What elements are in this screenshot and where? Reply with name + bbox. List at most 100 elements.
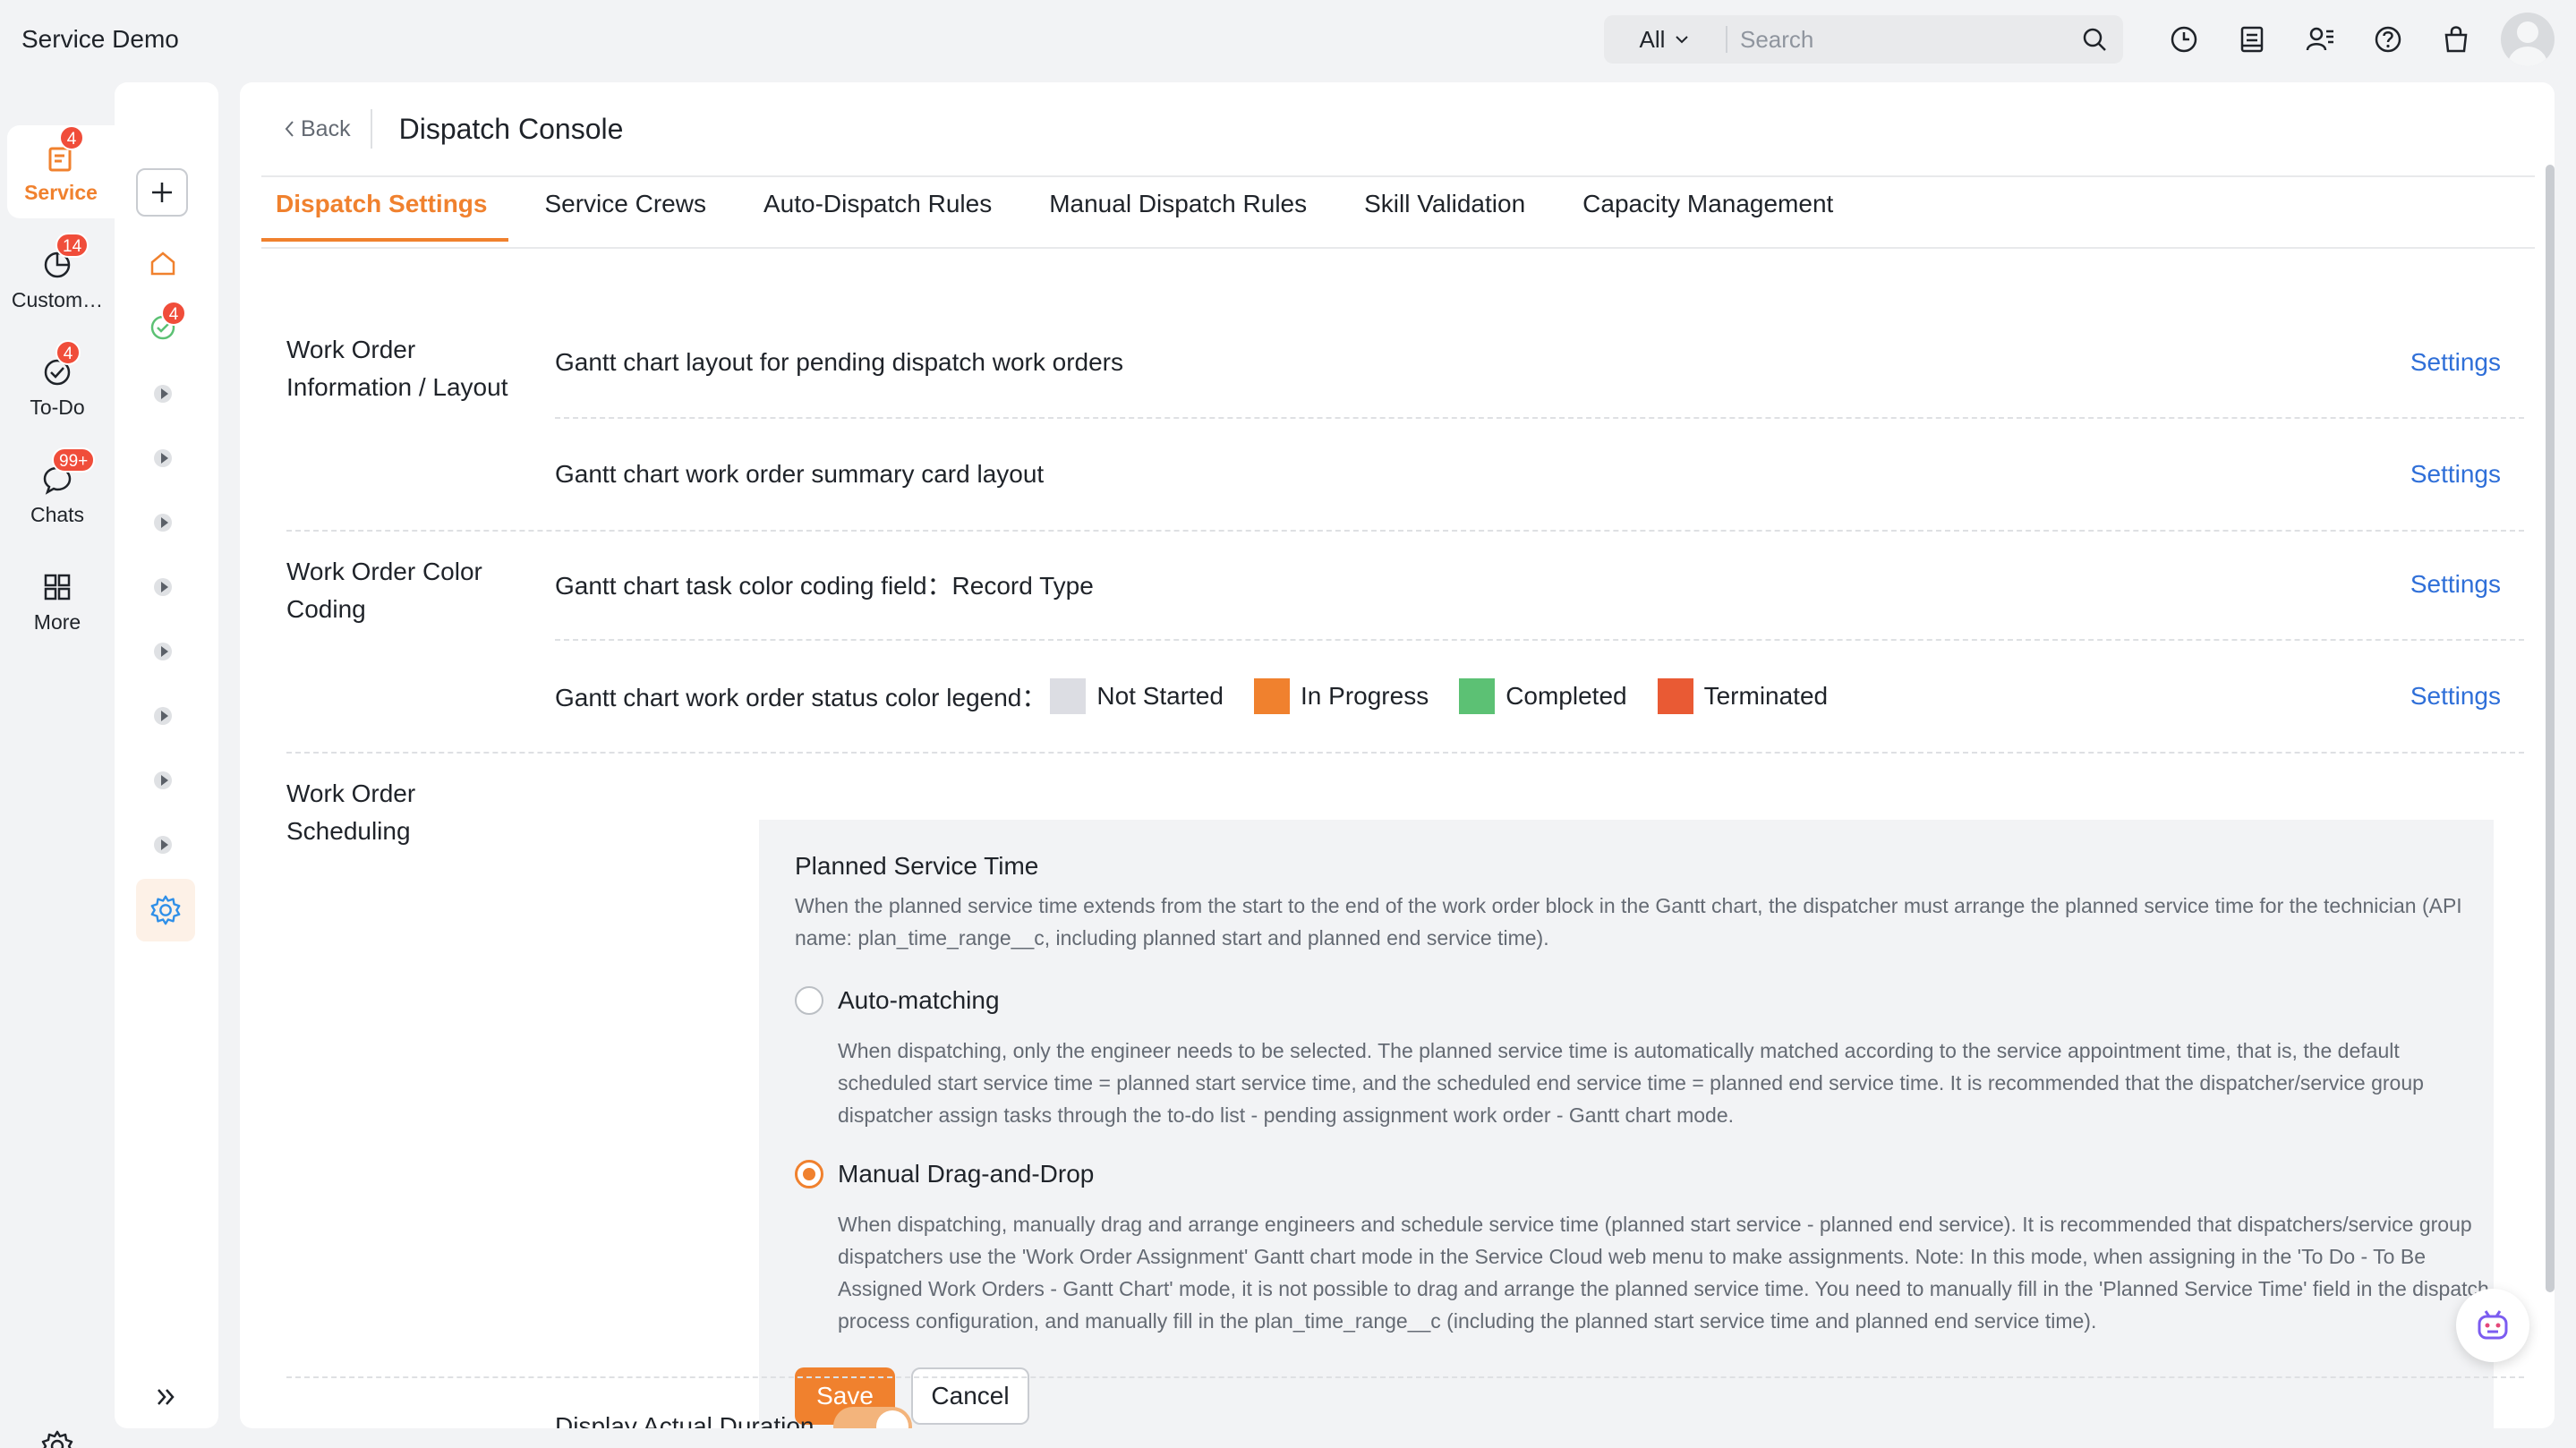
tab-skill-validation[interactable]: Skill Validation: [1343, 179, 1547, 242]
expand-caret-icon[interactable]: [154, 449, 172, 467]
shopping-bag-icon[interactable]: [2438, 21, 2474, 57]
settings-row: Gantt chart layout for pending dispatch …: [555, 308, 2524, 419]
nav-item-todo[interactable]: 4 To-Do: [7, 339, 107, 433]
section-label: Work Order Scheduling: [286, 779, 416, 845]
app-title: Service Demo: [21, 25, 179, 53]
scrollbar[interactable]: [2546, 165, 2555, 1292]
robot-icon: [2478, 1310, 2508, 1340]
nav-item-label: To-Do: [30, 395, 85, 419]
badge: 14: [55, 232, 90, 258]
legend-swatch: [1254, 678, 1291, 714]
search-scope-dropdown[interactable]: All: [1604, 26, 1727, 53]
legend-swatch: [1657, 678, 1693, 714]
row-text: Gantt chart work order summary card layo…: [555, 460, 1045, 488]
row-text: Gantt chart task color coding field：Reco…: [555, 572, 1094, 600]
badge: 4: [55, 339, 81, 365]
tab-auto-dispatch-rules[interactable]: Auto-Dispatch Rules: [742, 179, 1013, 242]
legend-item: Completed: [1459, 678, 1627, 714]
option-auto-matching[interactable]: Auto-matching: [795, 986, 1000, 1015]
settings-row: Gantt chart work order summary card layo…: [555, 419, 2524, 530]
avatar[interactable]: [2501, 13, 2555, 66]
search-scope-label: All: [1639, 25, 1666, 53]
legend-swatch: [1050, 678, 1087, 714]
legend-item: Not Started: [1050, 678, 1224, 714]
divider: [286, 752, 2524, 754]
clock-icon[interactable]: [2166, 21, 2202, 57]
expand-caret-icon[interactable]: [154, 707, 172, 725]
legend-label: Terminated: [1703, 682, 1829, 710]
badge: 99+: [52, 447, 96, 473]
todo-icon: 4: [39, 339, 81, 390]
row-text: Gantt chart layout for pending dispatch …: [555, 348, 1124, 376]
option-manual-drag-and-drop[interactable]: Manual Drag-and-Drop: [795, 1160, 1094, 1188]
global-search: All: [1604, 15, 2123, 64]
planned-service-time-description: When the planned service time extends fr…: [795, 894, 2462, 950]
customer-icon: 14: [39, 232, 90, 283]
main-panel: Back Dispatch Console Dispatch Settings …: [240, 82, 2555, 1428]
settings-link[interactable]: Settings: [2410, 570, 2501, 599]
nav-item-label: Custom…: [11, 287, 104, 311]
double-chevron-right-icon[interactable]: [152, 1384, 179, 1410]
setting-label: Display Actual Duration: [555, 1412, 815, 1428]
search-icon[interactable]: [2066, 26, 2123, 53]
radio-manual-drag-and-drop[interactable]: [795, 1160, 823, 1188]
tab-capacity-management[interactable]: Capacity Management: [1561, 179, 1855, 242]
user-list-icon[interactable]: [2302, 21, 2338, 57]
expand-caret-icon[interactable]: [154, 385, 172, 403]
ai-assistant-button[interactable]: [2456, 1289, 2529, 1362]
option-description: When dispatching, manually drag and arra…: [838, 1213, 2489, 1333]
display-actual-duration-row: Display Actual Duration: [555, 1407, 913, 1428]
nav-item-label: Service: [24, 180, 98, 204]
search-input[interactable]: [1727, 25, 2066, 54]
status-color-legend: Not Started In Progress Completed Termin…: [1050, 678, 1858, 714]
top-bar: Service Demo All: [0, 0, 2576, 79]
tab-bar: Dispatch Settings Service Crews Auto-Dis…: [261, 82, 2535, 249]
tab-dispatch-settings[interactable]: Dispatch Settings: [261, 179, 509, 242]
nav-item-service[interactable]: 4 Service: [7, 124, 115, 218]
settings-link[interactable]: Settings: [2410, 460, 2501, 489]
settings-link[interactable]: Settings: [2410, 682, 2501, 711]
row-text: Gantt chart work order status color lege…: [555, 684, 1047, 711]
nav-item-label: Chats: [30, 502, 85, 526]
sub-sidebar: 4: [115, 82, 218, 1428]
radio-auto-matching[interactable]: [795, 986, 823, 1015]
section-label: Work Order Information / Layout: [286, 336, 508, 401]
scheduling-panel: Planned Service Time When the planned se…: [759, 820, 2494, 1428]
tab-service-crews[interactable]: Service Crews: [523, 179, 727, 242]
expand-caret-icon[interactable]: [154, 578, 172, 596]
nav-item-chats[interactable]: 99+ Chats: [7, 447, 107, 541]
radio-label: Manual Drag-and-Drop: [838, 1160, 1095, 1188]
legend-swatch: [1459, 678, 1496, 714]
nav-item-customers[interactable]: 14 Custom…: [7, 232, 107, 326]
chat-icon: 99+: [39, 447, 96, 498]
document-icon[interactable]: [2234, 21, 2270, 57]
settings-gear-icon[interactable]: [39, 1428, 75, 1448]
legend-item: In Progress: [1254, 678, 1429, 714]
home-icon[interactable]: [147, 247, 179, 279]
check-circle-icon[interactable]: 4: [147, 301, 186, 344]
add-button[interactable]: [136, 168, 188, 217]
settings-link[interactable]: Settings: [2410, 348, 2501, 377]
toggle-switch[interactable]: [833, 1407, 913, 1428]
expand-caret-icon[interactable]: [154, 514, 172, 532]
settings-row: Gantt chart task color coding field：Reco…: [555, 530, 2524, 641]
planned-service-time-title: Planned Service Time: [795, 852, 1039, 880]
settings-row: Gantt chart work order status color lege…: [555, 641, 2524, 752]
badge: 4: [161, 301, 186, 326]
left-nav: 4 Service 14 Custom… 4 To-Do 99+ Chats M…: [0, 79, 115, 1448]
nav-item-more[interactable]: More: [7, 555, 107, 648]
plus-icon: [152, 183, 172, 202]
legend-item: Terminated: [1657, 678, 1829, 714]
legend-label: Not Started: [1096, 682, 1224, 710]
expand-caret-icon[interactable]: [154, 771, 172, 789]
expand-caret-icon[interactable]: [154, 643, 172, 660]
option-description: When dispatching, only the engineer need…: [838, 1039, 2424, 1127]
grid-icon: [39, 569, 75, 605]
badge: 4: [59, 124, 84, 150]
expand-caret-icon[interactable]: [154, 836, 172, 854]
tab-manual-dispatch-rules[interactable]: Manual Dispatch Rules: [1028, 179, 1328, 242]
legend-label: In Progress: [1301, 682, 1429, 710]
divider: [286, 1376, 2524, 1378]
gear-icon[interactable]: [136, 879, 195, 941]
help-icon[interactable]: [2370, 21, 2406, 57]
